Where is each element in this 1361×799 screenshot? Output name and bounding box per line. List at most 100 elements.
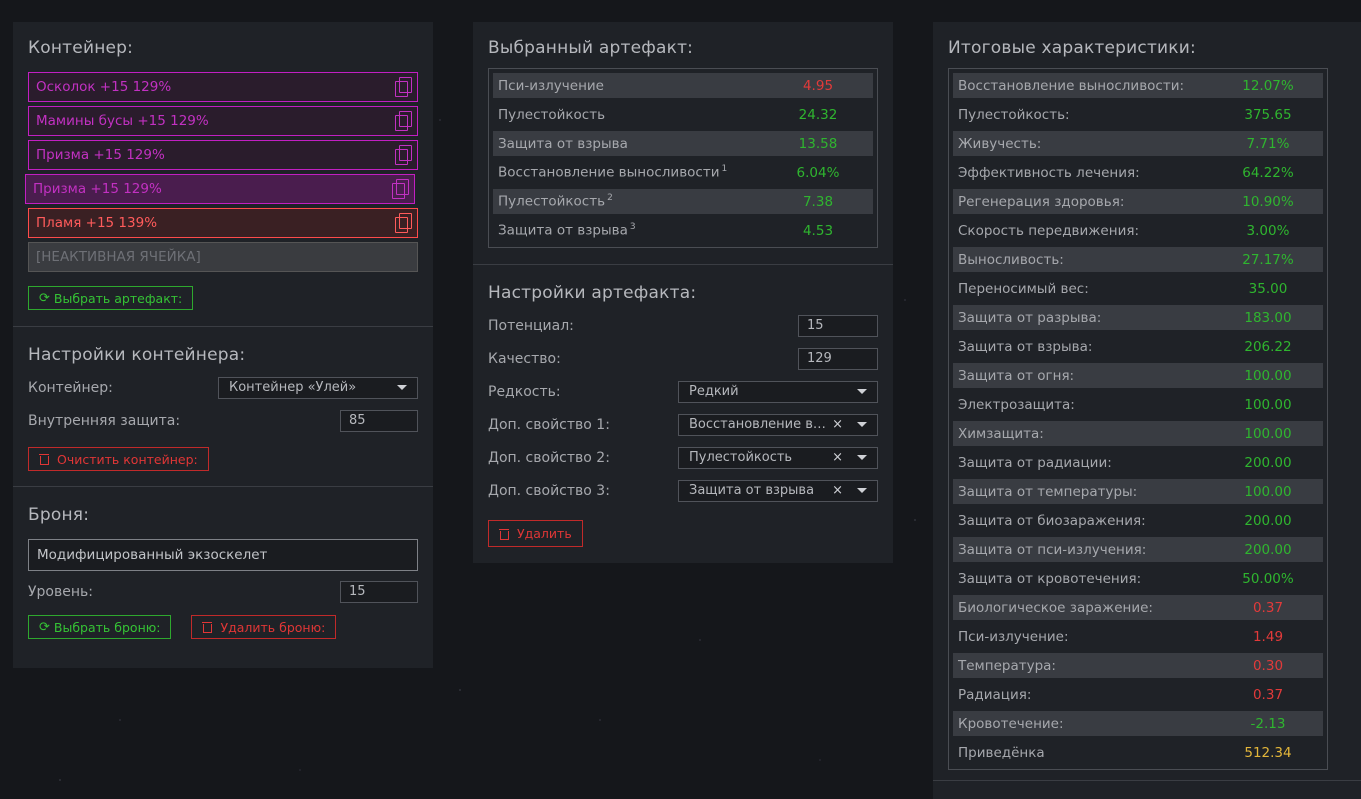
total-row: Пулестойкость: 375.65	[953, 102, 1323, 127]
stat-label-wrap: Защита от взрыва 3	[498, 222, 636, 239]
select-armor-button[interactable]: ⟳ Выбрать броню:	[28, 615, 172, 639]
extra1-label: Доп. свойство 1:	[488, 416, 610, 433]
extra3-select[interactable]: Защита от взрыва ×	[678, 479, 878, 502]
total-row: Выносливость: 27.17%	[953, 247, 1323, 272]
total-label: Защита от пси-излучения:	[958, 541, 1147, 558]
total-row: Химзащита: 100.00	[953, 421, 1323, 446]
extra1-select[interactable]: Восстановление выносливости ×	[678, 413, 878, 436]
stat-footnote: 2	[607, 193, 613, 204]
delete-artifact-button[interactable]: Удалить	[488, 520, 583, 547]
clear-icon[interactable]: ×	[832, 483, 843, 498]
extra1-value: Восстановление выносливости	[689, 417, 828, 432]
clear-icon[interactable]: ×	[832, 450, 843, 465]
copy-icon[interactable]	[395, 213, 412, 233]
selected-artifact-title: Выбранный артефакт:	[488, 38, 694, 58]
container-type-select[interactable]: Контейнер «Улей»	[218, 376, 418, 399]
stat-label: Защита от взрыва	[498, 135, 628, 152]
extra3-value: Защита от взрыва	[689, 483, 815, 498]
stat-label: Пулестойкость	[498, 106, 606, 123]
total-label: Кровотечение:	[958, 715, 1064, 732]
extra2-label: Доп. свойство 2:	[488, 449, 610, 466]
totals-section: Итоговые характеристики: Восстановление …	[933, 22, 1361, 781]
slot-label: [НЕАКТИВНАЯ ЯЧЕЙКА]	[36, 249, 201, 265]
artifact-slot-3[interactable]: Призма +15 129%	[28, 140, 418, 170]
total-label: Выносливость:	[958, 251, 1064, 268]
total-value: 512.34	[1244, 744, 1292, 761]
chevron-down-icon	[857, 488, 867, 493]
extra1-row: Доп. свойство 1: Восстановление вынослив…	[488, 408, 878, 441]
stat-value: 13.58	[798, 135, 838, 152]
chevron-down-icon	[857, 389, 867, 394]
total-row: Приведёнка 512.34	[953, 740, 1323, 765]
total-value: 64.22%	[1242, 164, 1294, 181]
chevron-down-icon	[397, 385, 407, 390]
artifact-settings-section: Настройки артефакта: Потенциал: 15 Качес…	[473, 265, 893, 560]
stat-value: 4.95	[802, 77, 834, 94]
total-row: Температура: 0.30	[953, 653, 1323, 678]
total-value: 0.37	[1252, 686, 1284, 703]
armor-name-field[interactable]: Модифицированный экзоскелет	[28, 539, 418, 571]
stat-value: 7.38	[802, 193, 834, 210]
armor-level-input[interactable]: 15	[340, 580, 418, 603]
total-value: 27.17%	[1242, 251, 1294, 268]
extra2-row: Доп. свойство 2: Пулестойкость ×	[488, 441, 878, 474]
extra2-value: Пулестойкость	[689, 450, 793, 465]
copy-icon[interactable]	[395, 77, 412, 97]
armor-level-label: Уровень:	[28, 583, 93, 600]
total-label: Защита от огня:	[958, 367, 1075, 384]
copy-icon[interactable]	[395, 111, 412, 131]
copy-icon[interactable]	[395, 145, 412, 165]
total-value: 1.49	[1252, 628, 1284, 645]
slot-label: Пламя +15 139%	[36, 215, 158, 231]
total-label: Электрозащита:	[958, 396, 1075, 413]
selected-artifact-section: Выбранный артефакт: Пси-излучение 4.95 Пул…	[473, 22, 893, 265]
total-value: 100.00	[1244, 367, 1292, 384]
stat-label: Пси-излучение	[498, 77, 604, 94]
select-artifact-button[interactable]: ⟳ Выбрать артефакт:	[28, 286, 194, 310]
artifact-slot-2[interactable]: Мамины бусы +15 129%	[28, 106, 418, 136]
copy-icon[interactable]	[392, 179, 409, 199]
total-value: 375.65	[1244, 106, 1292, 123]
potential-input[interactable]: 15	[798, 314, 878, 337]
armor-level-row: Уровень: 15	[28, 575, 418, 608]
left-panel: Контейнер: Осколок +15 129% Мамины бусы …	[13, 22, 433, 668]
artifact-slot-4[interactable]: Призма +15 129%	[25, 174, 415, 204]
total-label: Защита от взрыва:	[958, 338, 1093, 355]
stat-footnote: 3	[629, 222, 636, 233]
artifact-slot-6[interactable]: [НЕАКТИВНАЯ ЯЧЕЙКА]	[28, 242, 418, 272]
container-settings-title: Настройки контейнера:	[28, 345, 246, 365]
extra2-select[interactable]: Пулестойкость ×	[678, 446, 878, 469]
inner-protection-input[interactable]: 85	[340, 409, 418, 432]
total-row: Защита от кровотечения: 50.00%	[953, 566, 1323, 591]
total-value: 200.00	[1244, 512, 1292, 529]
delete-armor-button[interactable]: Удалить броню:	[191, 615, 337, 639]
total-label: Защита от разрыва:	[958, 309, 1102, 326]
refresh-icon: ⟳	[39, 290, 50, 306]
stat-row: Пулестойкость 24.32	[493, 102, 873, 127]
delete-artifact-label: Удалить	[517, 526, 572, 541]
quality-input[interactable]: 129	[798, 347, 878, 370]
chevron-down-icon	[857, 455, 867, 460]
artifact-slot-1[interactable]: Осколок +15 129%	[28, 72, 418, 102]
middle-panel: Выбранный артефакт: Пси-излучение 4.95 Пул…	[473, 22, 893, 563]
stat-label-wrap: Пулестойкость 2	[498, 193, 613, 210]
total-row: Эффективность лечения: 64.22%	[953, 160, 1323, 185]
clear-icon[interactable]: ×	[832, 417, 843, 432]
artifact-settings-title: Настройки артефакта:	[488, 283, 697, 303]
slot-label: Призма +15 129%	[33, 181, 162, 197]
total-label: Скорость передвижения:	[958, 222, 1140, 239]
totals-table: Восстановление выносливости: 12.07% Пулест…	[948, 68, 1328, 770]
container-type-row: Контейнер: Контейнер «Улей»	[28, 371, 418, 404]
total-row: Биологическое заражение: 0.37	[953, 595, 1323, 620]
total-row: Защита от огня: 100.00	[953, 363, 1323, 388]
total-label: Защита от кровотечения:	[958, 570, 1142, 587]
artifact-slot-5[interactable]: Пламя +15 139%	[28, 208, 418, 238]
total-row: Защита от температуры: 100.00	[953, 479, 1323, 504]
clear-container-button[interactable]: Очистить контейнер:	[28, 447, 209, 471]
total-value: 7.71%	[1246, 135, 1290, 152]
delete-armor-label: Удалить броню:	[220, 619, 326, 635]
rarity-select[interactable]: Редкий	[678, 380, 878, 403]
total-value: 10.90%	[1242, 193, 1294, 210]
total-label: Восстановление выносливости:	[958, 77, 1185, 94]
quality-label: Качество:	[488, 350, 561, 367]
